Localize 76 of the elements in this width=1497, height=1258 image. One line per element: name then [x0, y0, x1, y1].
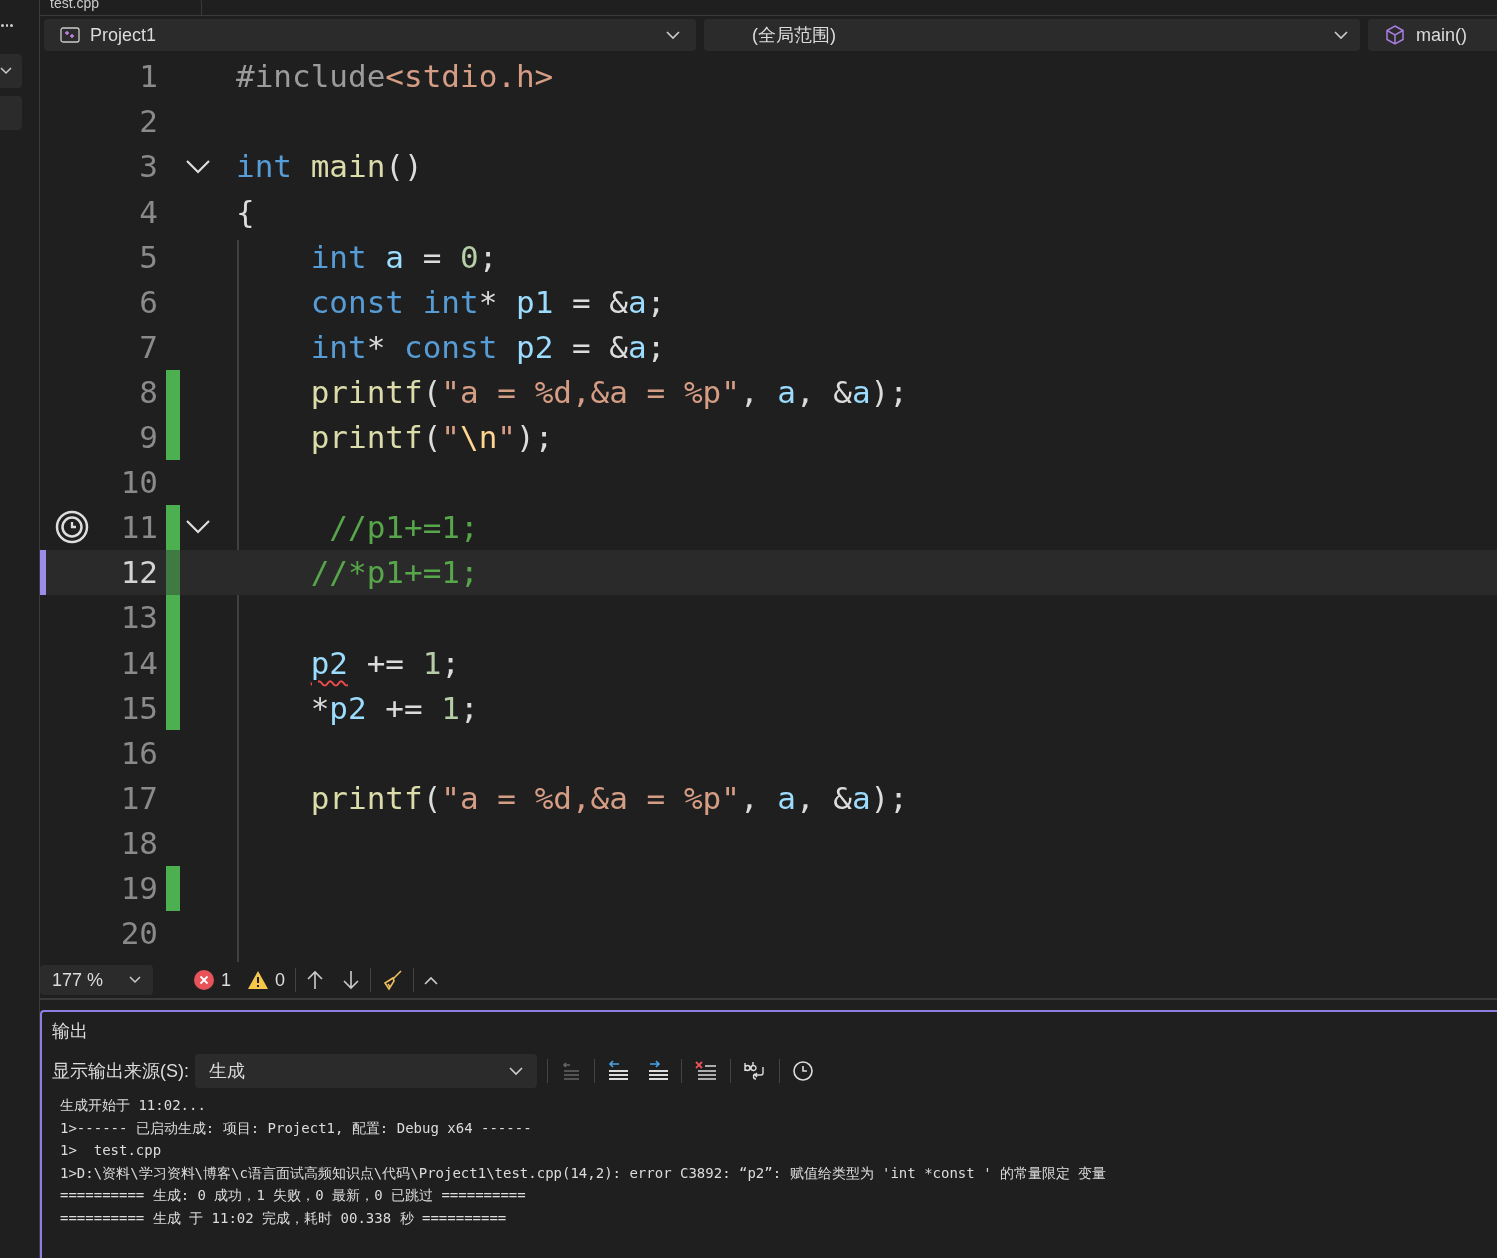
more-icon[interactable]: [1, 24, 13, 28]
code-line: #include<stdio.h>: [236, 57, 554, 97]
project-icon: [60, 27, 80, 43]
line-number: 5: [138, 237, 158, 277]
project-dropdown[interactable]: Project1: [44, 19, 696, 51]
member-name: main(): [1416, 23, 1467, 47]
line-number: 20: [119, 914, 158, 954]
cube-icon: [1384, 24, 1406, 46]
broom-icon[interactable]: [381, 969, 404, 991]
zoom-level: 177 %: [52, 968, 104, 992]
code-line: int main(): [236, 147, 423, 187]
arrow-down-icon[interactable]: [342, 970, 361, 990]
chevron-down-icon[interactable]: [186, 159, 210, 174]
source-dropdown[interactable]: 生成: [195, 1054, 537, 1088]
code-line: //p1+=1;: [328, 508, 479, 548]
line-number: 16: [119, 733, 158, 773]
code-line: //*p1+=1;: [309, 553, 479, 593]
warning-icon[interactable]: [247, 970, 269, 990]
line-number: 6: [138, 282, 158, 322]
output-line: ========== 生成 于 11:02 完成，耗时 00.338 秒 ==========: [60, 1208, 507, 1228]
line-number: 17: [119, 778, 158, 818]
line-number: 3: [138, 147, 158, 187]
clear-all-icon[interactable]: [694, 1060, 718, 1082]
output-line: 1>D:\资料\学习资料\博客\c语言面试高频知识点\代码\Project1\test.cpp(14,2): error C3892: “p2”: 赋值给类型为 'int *const ' 的常量限定 变量: [60, 1163, 1107, 1183]
line-number: 9: [138, 418, 158, 458]
next-message-icon[interactable]: [647, 1060, 669, 1082]
dropdown-button[interactable]: [0, 54, 22, 88]
previous-message-icon[interactable]: [607, 1060, 629, 1082]
line-number: 8: [138, 372, 158, 412]
output-line: ========== 生成: 0 成功，1 失败，0 最新，0 已跳过 ==========: [60, 1186, 526, 1205]
clock-icon[interactable]: [55, 510, 89, 545]
line-number: 12: [119, 553, 158, 593]
scope-dropdown[interactable]: (全局范围): [704, 19, 1360, 51]
source-value: 生成: [209, 1059, 245, 1083]
line-number: 19: [119, 869, 158, 908]
word-wrap-icon[interactable]: [743, 1060, 767, 1082]
chevron-down-icon[interactable]: [186, 520, 210, 535]
line-number: 11: [119, 508, 158, 548]
source-label: 显示输出来源(S):: [52, 1059, 189, 1083]
line-number: 15: [119, 688, 158, 728]
line-number: 7: [138, 327, 158, 367]
output-line: 1>------ 已启动生成: 项目: Project1, 配置: Debug x64 ------: [60, 1118, 532, 1138]
code-line: int a = 0;: [309, 237, 498, 277]
member-dropdown[interactable]: main(): [1368, 19, 1497, 51]
chevron-down-icon: [0, 67, 12, 75]
chevron-down-icon: [129, 976, 141, 984]
warning-count: 0: [275, 968, 286, 992]
panel-title: 输出: [52, 1020, 88, 1043]
chevron-down-icon: [509, 1066, 523, 1076]
output-line: 1> test.cpp: [60, 1141, 162, 1160]
code-line: p2 += 1;: [309, 643, 460, 683]
line-number: 2: [138, 102, 158, 142]
line-number: 10: [119, 463, 158, 503]
chevron-down-icon: [666, 30, 680, 40]
code-line: printf("a = %d,&a = %p", a, &a);: [309, 372, 908, 412]
chevron-down-icon: [1334, 30, 1348, 40]
code-line: const int* p1 = &a;: [309, 282, 666, 322]
zoom-dropdown[interactable]: 177 %: [40, 965, 153, 995]
code-line: *p2 += 1;: [309, 688, 479, 728]
scope-name: (全局范围): [752, 23, 837, 47]
chevron-up-icon[interactable]: [424, 975, 439, 985]
line-number: 18: [119, 823, 158, 863]
error-count: 1: [221, 968, 231, 992]
code-line: printf("\n");: [309, 418, 554, 458]
error-icon[interactable]: [193, 969, 215, 991]
code-line: int* const p2 = &a;: [309, 327, 666, 367]
clock-icon[interactable]: [792, 1060, 814, 1082]
line-number: 1: [138, 57, 158, 97]
output-line: 生成开始于 11:02...: [60, 1096, 206, 1115]
code-line: printf("a = %d,&a = %p", a, &a);: [309, 778, 908, 818]
code-line: {: [236, 192, 255, 232]
line-number: 14: [119, 643, 158, 683]
line-number: 13: [119, 598, 158, 638]
line-number: 4: [138, 192, 158, 232]
arrow-up-icon[interactable]: [306, 970, 325, 990]
project-name: Project1: [90, 23, 158, 47]
